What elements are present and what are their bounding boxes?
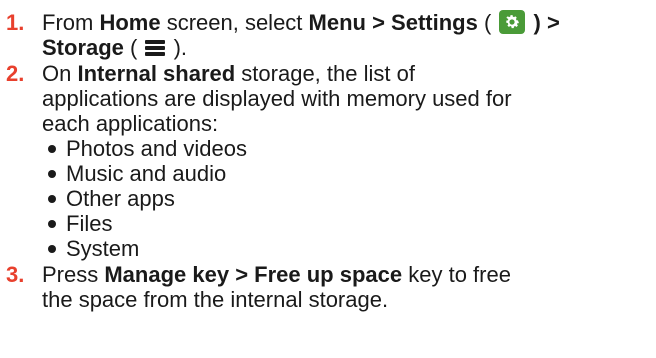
step-number: 1. [6,10,25,35]
bullet-dot-icon [48,169,56,178]
menu-settings-label: Menu > Settings [308,10,478,35]
list-item: Files [42,211,247,236]
step-text: Press Manage key > Free up space key to … [42,262,511,312]
step-number: 3. [6,262,25,287]
instruction-document: 1. From Home screen, select Menu > Setti… [0,0,656,358]
bullet-dot-icon [48,219,56,228]
step-number: 2. [6,61,25,86]
step-text: On Internal shared storage, the list of … [42,61,512,136]
manage-free-up-space-label: Manage key > Free up space [104,262,403,287]
step-text: From Home screen, select Menu > Settings… [42,10,560,60]
settings-gear-icon [499,10,526,34]
storage-list-icon [145,37,166,56]
bullet-dot-icon [48,194,56,203]
list-item: Photos and videos [42,136,247,161]
list-item: System [42,236,247,261]
storage-label: Storage [42,35,124,60]
bullet-dot-icon [48,244,56,253]
internal-shared-label: Internal shared [77,61,236,86]
bullet-dot-icon [48,144,56,153]
home-label: Home [99,10,161,35]
list-item: Other apps [42,186,247,211]
bullet-list: Photos and videos Music and audio Other … [42,136,247,261]
list-item: Music and audio [42,161,247,186]
